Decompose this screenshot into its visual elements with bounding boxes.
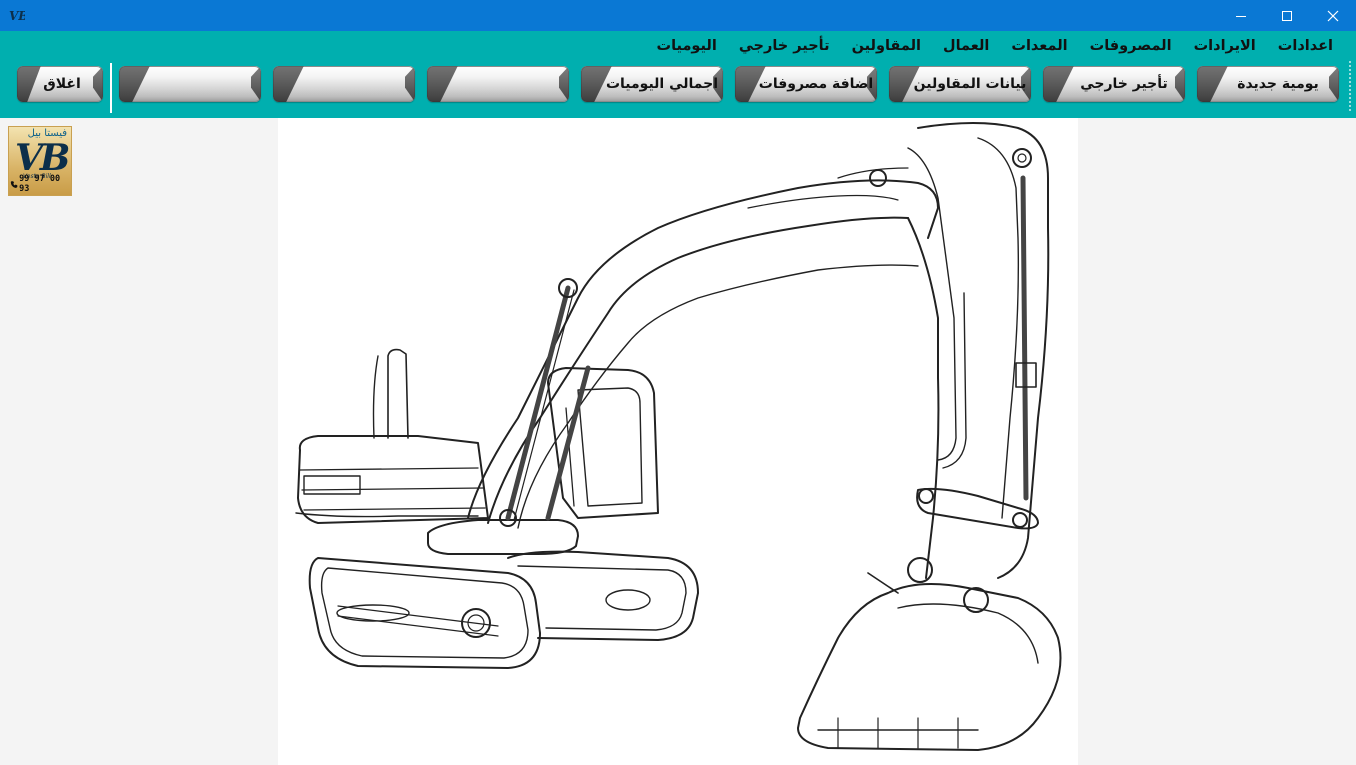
menu-contractors[interactable]: المقاولين [841,35,932,57]
toolbar-separator [110,63,112,113]
window-titlebar: VB [0,0,1356,31]
external-rental-label: تأجير خارجي [1080,76,1168,92]
close-window-button[interactable] [1310,0,1356,31]
svg-text:VB: VB [9,9,25,22]
contractors-data-button[interactable]: بيانات المقاولين [889,66,1031,102]
blank-button-3[interactable] [119,66,261,102]
external-rental-button[interactable]: تأجير خارجي [1043,66,1185,102]
add-expenses-label: اضافة مصروفات [758,76,874,92]
phone-icon [10,180,18,188]
menu-bar: اليوميات تأجير خارجي المقاولين العمال ال… [646,35,1344,57]
blank-button-1[interactable] [427,66,569,102]
menu-workers[interactable]: العمال [932,35,1000,57]
minimize-button[interactable] [1218,0,1264,31]
toolbar-grip[interactable] [1349,61,1353,111]
blank-button-2[interactable] [273,66,415,102]
new-daily-button[interactable]: يومية جديدة [1197,66,1339,102]
daily-total-button[interactable]: اجمالي اليوميات [581,66,723,102]
close-icon [1327,10,1339,21]
maximize-icon [1282,10,1292,21]
ribbon-area: اليوميات تأجير خارجي المقاولين العمال ال… [0,31,1356,118]
logo-phone-number: 99 97 00 93 [19,174,61,194]
add-expenses-button[interactable]: اضافة مصروفات [735,66,877,102]
company-logo: فيستا بيل VB Vesta Bill 99 97 00 93 [8,126,72,196]
logo-phone: 99 97 00 93 [10,174,70,194]
maximize-button[interactable] [1264,0,1310,31]
main-image [278,118,1078,765]
new-daily-label: يومية جديدة [1237,76,1319,92]
menu-equipment[interactable]: المعدات [1000,35,1078,57]
menu-revenues[interactable]: الايرادات [1183,35,1267,57]
menu-expenses[interactable]: المصروفات [1079,35,1183,57]
menu-external-rental[interactable]: تأجير خارجي [728,35,841,57]
menu-settings[interactable]: اعدادات [1267,35,1344,57]
toolbar: يومية جديدة تأجير خارجي بيانات المقاولين… [0,66,1356,104]
close-app-button[interactable]: اغلاق [17,66,103,102]
menu-daily[interactable]: اليوميات [646,35,728,57]
excavator-drawing [295,122,1062,751]
close-app-label: اغلاق [43,76,81,92]
vb-logo-icon: VB [9,9,25,22]
daily-total-label: اجمالي اليوميات [605,76,719,92]
contractors-data-label: بيانات المقاولين [913,76,1027,92]
minimize-icon [1236,15,1246,17]
